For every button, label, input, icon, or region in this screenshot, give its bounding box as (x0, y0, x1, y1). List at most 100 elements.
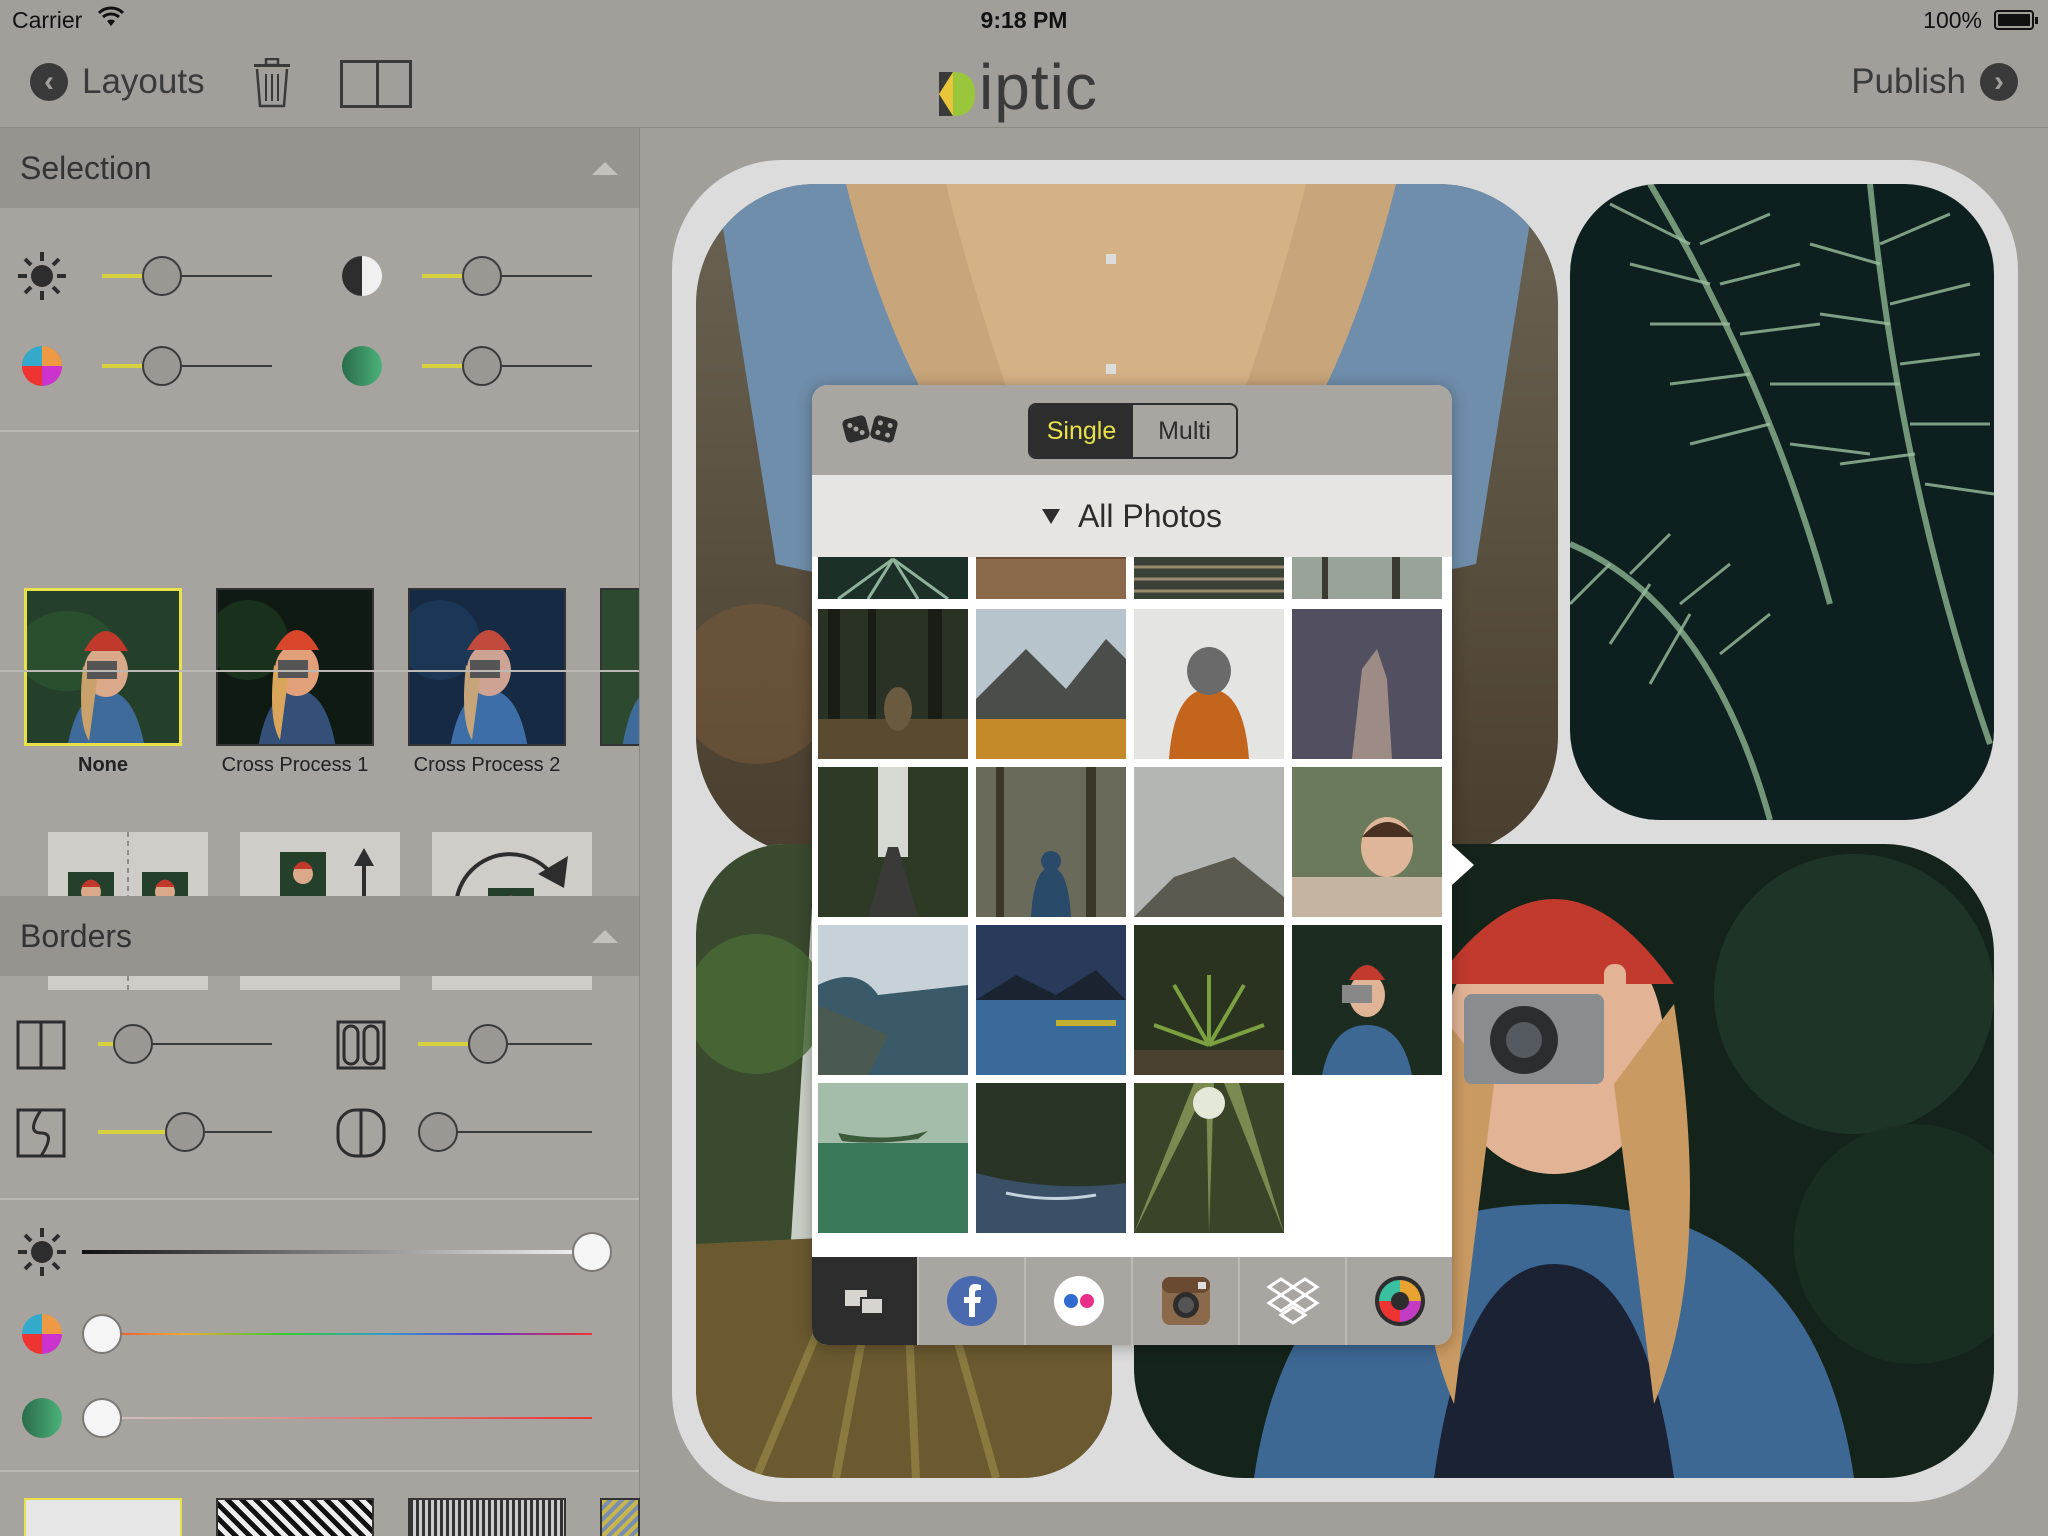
border-brightness-slider[interactable] (82, 1232, 612, 1272)
collapse-caret-icon[interactable] (592, 930, 618, 943)
selection-title: Selection (20, 150, 152, 186)
photo-thumbnail[interactable] (818, 1083, 968, 1233)
corner-radius-icon (336, 1108, 386, 1163)
border-spacing-icon (336, 1020, 386, 1075)
publish-label: Publish (1851, 62, 1966, 101)
border-hue-icon (20, 1312, 64, 1361)
app-logo: iptic (935, 50, 1098, 124)
instagram-source-tab[interactable] (1133, 1257, 1240, 1345)
border-brightness-icon (16, 1226, 68, 1283)
dice-icon[interactable] (842, 413, 898, 450)
filter-label: Cross Process 1 (221, 754, 369, 776)
photo-thumbnail[interactable] (1134, 1083, 1284, 1233)
filter-thumbnail (600, 588, 639, 746)
facebook-source-tab[interactable] (919, 1257, 1026, 1345)
photo-thumbnail[interactable] (1134, 609, 1284, 759)
dropbox-icon (1265, 1277, 1320, 1325)
saturation-slider[interactable] (102, 346, 272, 386)
picker-toolbar: Single Multi (812, 385, 1452, 475)
photo-thumbnail[interactable] (976, 925, 1126, 1075)
filter-none[interactable]: None (24, 588, 182, 777)
mode-multi-button[interactable]: Multi (1133, 405, 1236, 457)
filter-thumbnail (24, 588, 182, 746)
filter-label: None (78, 754, 128, 776)
photo-thumbnail[interactable] (818, 557, 968, 599)
photo-thumbnail[interactable] (1292, 557, 1442, 599)
battery-percent: 100% (1923, 7, 1982, 33)
filter-label: F (600, 754, 639, 777)
flickr-icon (1053, 1276, 1104, 1326)
borders-title: Borders (20, 918, 133, 954)
album-title: All Photos (1077, 497, 1223, 534)
photo-grid (818, 557, 1446, 1257)
photo-thumbnail[interactable] (818, 767, 968, 917)
filter-thumbnail (216, 588, 374, 746)
collapse-caret-icon[interactable] (592, 162, 618, 175)
dropbox-source-tab[interactable] (1240, 1257, 1347, 1345)
facebook-icon (946, 1276, 997, 1326)
border-spacing-slider[interactable] (418, 1024, 592, 1064)
color-wheel-icon (20, 344, 64, 393)
border-saturation-slider[interactable] (82, 1398, 592, 1438)
nav-bar: ‹ Layouts iptic Publish › (0, 40, 2048, 128)
filter-partial[interactable]: F (600, 588, 639, 777)
filter-cross-process-1[interactable]: Cross Process 1 (216, 588, 374, 777)
layouts-back-button[interactable]: ‹ Layouts (30, 62, 205, 102)
border-width-icon (16, 1020, 66, 1075)
photo-thumbnail[interactable] (976, 1083, 1126, 1233)
photo-thumbnail[interactable] (1292, 609, 1442, 759)
layouts-label: Layouts (82, 62, 205, 101)
filter-label: Cross Process 2 (413, 754, 561, 776)
library-source-tab[interactable] (812, 1257, 919, 1345)
diptic-logo-icon (935, 61, 977, 116)
layout-toggle-icon[interactable] (340, 60, 412, 108)
chevron-right-icon: › (1980, 63, 2018, 101)
texture-swatch-plain[interactable] (24, 1498, 182, 1536)
mode-single-button[interactable]: Single (1030, 405, 1133, 457)
border-hue-slider[interactable] (82, 1314, 592, 1354)
contrast-slider[interactable] (422, 256, 592, 296)
filter-thumbnail (408, 588, 566, 746)
status-bar: Carrier 9:18 PM 100% (0, 0, 2048, 40)
logo-text: iptic (979, 51, 1098, 123)
album-selector[interactable]: All Photos (812, 475, 1452, 557)
photo-picker-popover: Single Multi All Photos (812, 385, 1452, 1345)
battery-icon (1994, 10, 2038, 30)
collage-cell-top-right[interactable] (1570, 184, 1994, 820)
photo-thumbnail[interactable] (1134, 557, 1284, 599)
border-curve-icon (16, 1108, 66, 1163)
photo-thumbnail[interactable] (1134, 925, 1284, 1075)
photo-thumbnail[interactable] (1292, 767, 1442, 917)
texture-swatch-lines[interactable] (408, 1498, 566, 1536)
flickr-source-tab[interactable] (1026, 1257, 1133, 1345)
texture-swatch-stripes[interactable] (216, 1498, 374, 1536)
photo-thumbnail[interactable] (818, 925, 968, 1075)
edit-panel: Selection None Cross Process 1 Cross Pro… (0, 128, 640, 1536)
border-curve-slider[interactable] (98, 1112, 272, 1152)
photo-thumbnail[interactable] (818, 609, 968, 759)
popover-arrow (1452, 845, 1474, 885)
color-icon (1374, 1276, 1425, 1326)
publish-button[interactable]: Publish › (1851, 62, 2018, 102)
brightness-slider[interactable] (102, 256, 272, 296)
color-source-tab[interactable] (1347, 1257, 1452, 1345)
photo-thumbnail[interactable] (976, 557, 1126, 599)
border-width-slider[interactable] (98, 1024, 272, 1064)
border-saturation-icon (20, 1396, 64, 1445)
instagram-icon (1161, 1277, 1210, 1325)
contrast-icon (340, 254, 384, 303)
corner-radius-slider[interactable] (418, 1112, 592, 1152)
photo-thumbnail[interactable] (1134, 767, 1284, 917)
selection-header[interactable]: Selection (0, 128, 639, 208)
texture-swatch-partial[interactable] (600, 1498, 640, 1536)
brightness-icon (16, 250, 68, 307)
photo-thumbnail[interactable] (1292, 925, 1442, 1075)
trash-icon[interactable] (252, 57, 292, 113)
chevron-left-icon: ‹ (30, 63, 68, 101)
filter-cross-process-2[interactable]: Cross Process 2 (408, 588, 566, 777)
photo-thumbnail[interactable] (976, 767, 1126, 917)
source-tab-bar (812, 1257, 1452, 1345)
photo-thumbnail[interactable] (976, 609, 1126, 759)
borders-header[interactable]: Borders (0, 896, 639, 976)
tint-slider[interactable] (422, 346, 592, 386)
